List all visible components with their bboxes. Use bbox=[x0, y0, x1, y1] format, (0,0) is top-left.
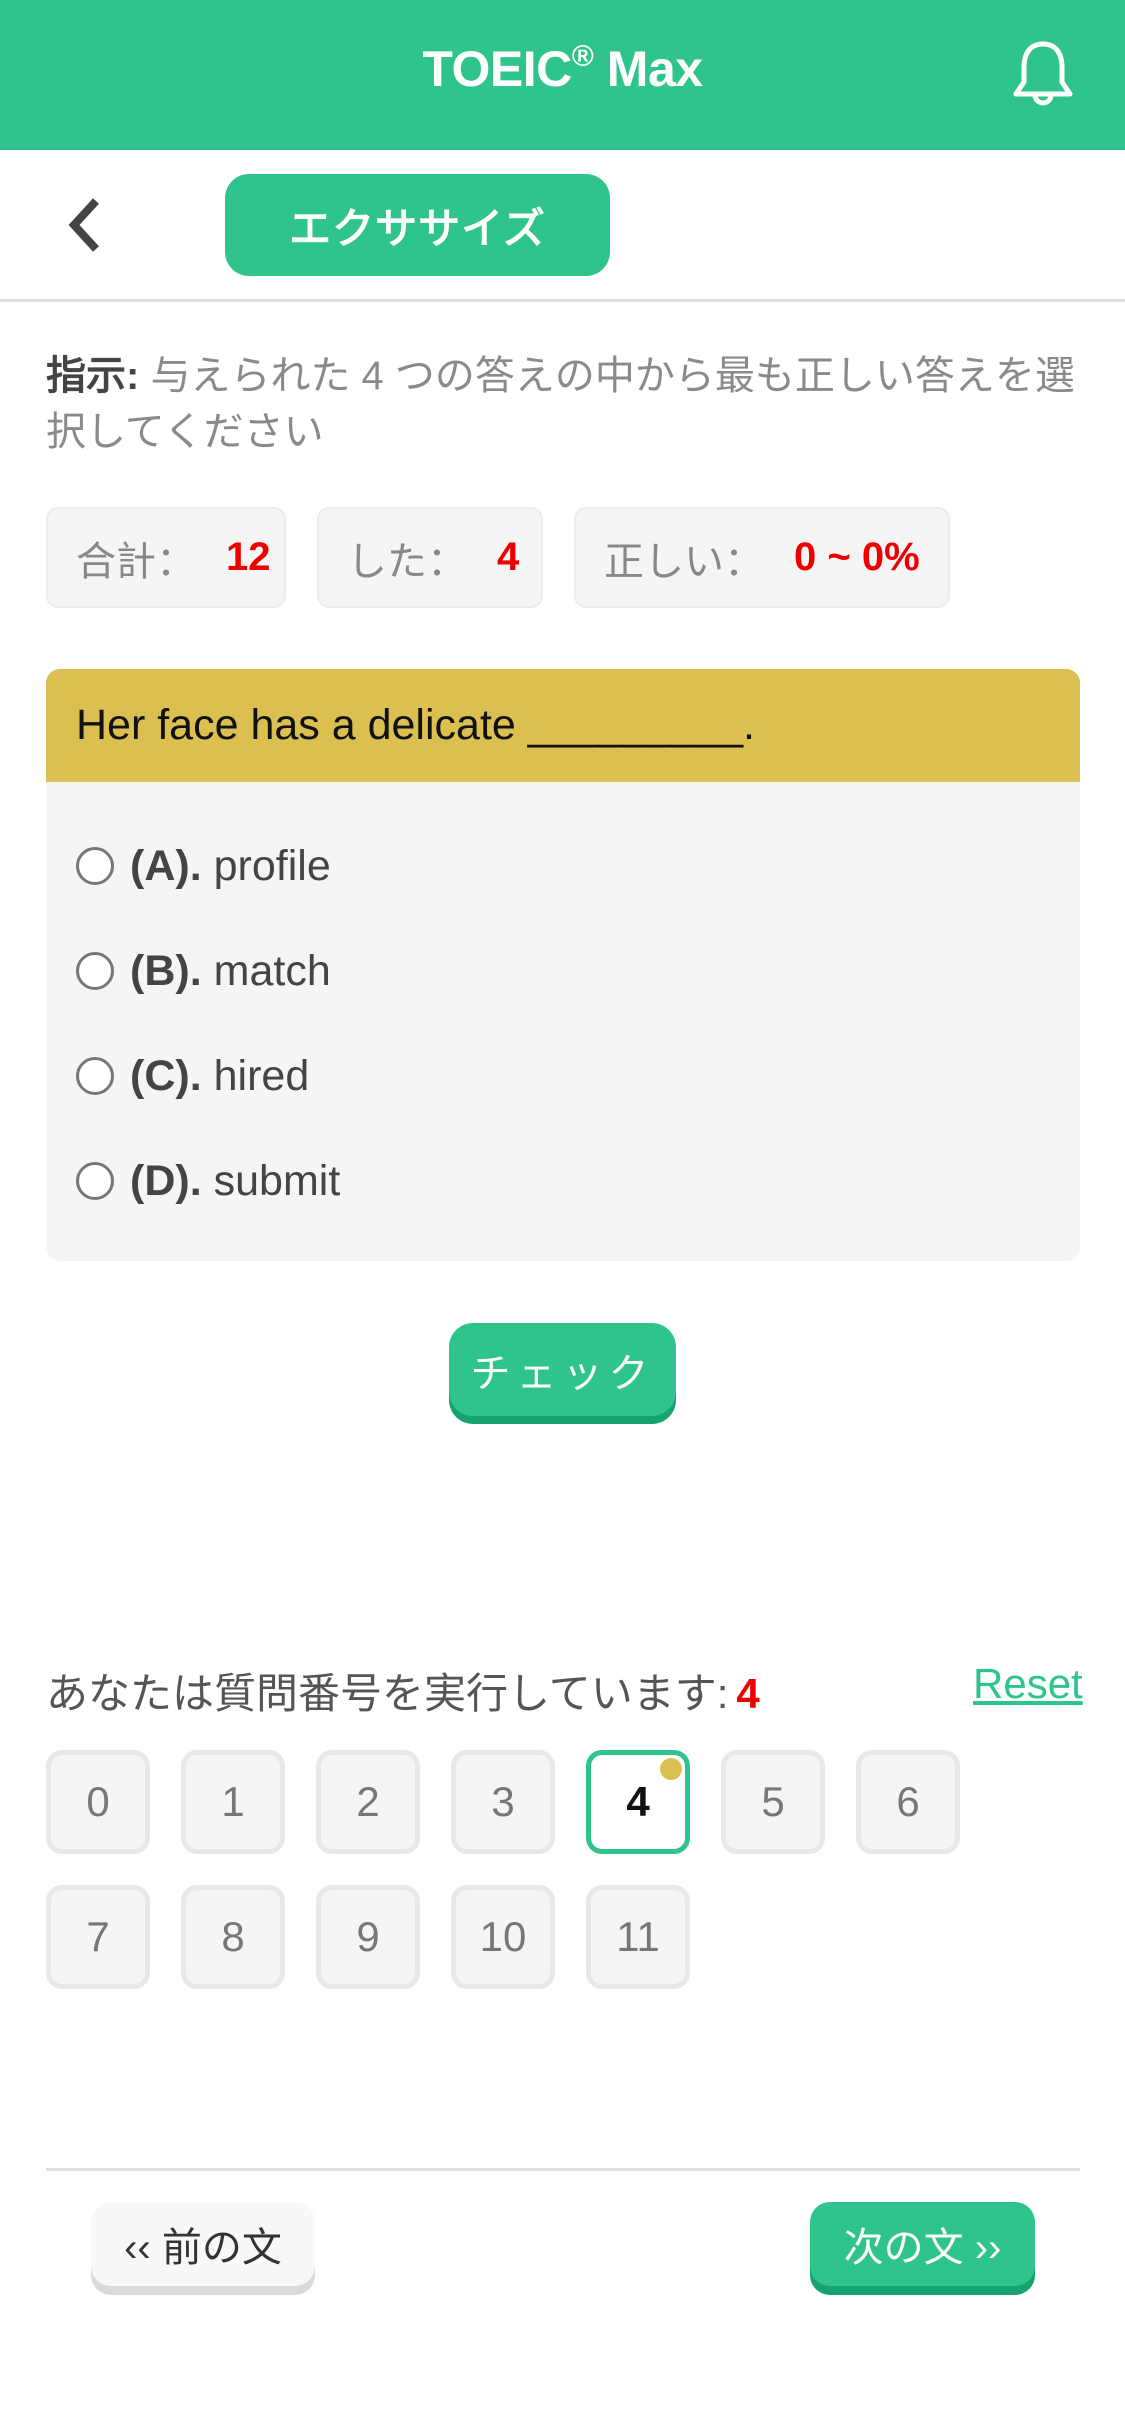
option-b[interactable]: (B). match bbox=[76, 941, 331, 1001]
question-number-label: 0 bbox=[86, 1778, 110, 1825]
sub-header: エクササイズ bbox=[0, 150, 1125, 302]
option-d[interactable]: (D). submit bbox=[76, 1151, 340, 1211]
option-c[interactable]: (C). hired bbox=[76, 1046, 309, 1106]
check-button[interactable]: チェック bbox=[449, 1323, 676, 1416]
radio-button[interactable] bbox=[76, 1057, 114, 1095]
app-header: TOEIC® Max bbox=[0, 0, 1125, 150]
chevron-left-icon bbox=[68, 198, 99, 252]
question-number-button[interactable]: 3 bbox=[451, 1750, 555, 1854]
question-number-label: 10 bbox=[479, 1913, 527, 1960]
question-number-button[interactable]: 4 bbox=[586, 1750, 690, 1854]
question-number-label: 7 bbox=[86, 1913, 110, 1960]
radio-button[interactable] bbox=[76, 847, 114, 885]
stat-total: 合計： 12 bbox=[46, 507, 286, 608]
previous-sentence-button[interactable]: ‹‹ 前の文 bbox=[91, 2202, 315, 2286]
app-title: TOEIC® Max bbox=[422, 40, 703, 97]
question-number-label: 8 bbox=[221, 1913, 245, 1960]
instruction: 指示: 与えられた 4 つの答えの中から最も正しい答えを選択してください bbox=[46, 354, 1075, 454]
question-number-button[interactable]: 8 bbox=[181, 1885, 285, 1989]
question-number-button[interactable]: 10 bbox=[451, 1885, 555, 1989]
question-number-button[interactable]: 6 bbox=[856, 1750, 960, 1854]
question-number-label: 4 bbox=[626, 1778, 650, 1825]
radio-button[interactable] bbox=[76, 1162, 114, 1200]
option-a[interactable]: (A). profile bbox=[76, 836, 331, 896]
back-button[interactable] bbox=[62, 195, 112, 255]
radio-button[interactable] bbox=[76, 952, 114, 990]
question-number-label: 2 bbox=[356, 1778, 380, 1825]
question-number-button[interactable]: 2 bbox=[316, 1750, 420, 1854]
question-number-label: 3 bbox=[491, 1778, 515, 1825]
exercise-tag-button[interactable]: エクササイズ bbox=[225, 174, 610, 276]
divider bbox=[46, 2168, 1080, 2171]
question-card: Her face has a delicate _________. (A). … bbox=[46, 669, 1080, 1261]
question-number-button[interactable]: 0 bbox=[46, 1750, 150, 1854]
question-number-label: 9 bbox=[356, 1913, 380, 1960]
bell-icon[interactable] bbox=[1008, 38, 1078, 110]
question-number-label: 5 bbox=[761, 1778, 785, 1825]
question-text: Her face has a delicate _________. bbox=[46, 669, 1080, 782]
question-number-button[interactable]: 5 bbox=[721, 1750, 825, 1854]
question-number-label: 1 bbox=[221, 1778, 245, 1825]
stat-done: した： 4 bbox=[317, 507, 543, 608]
question-number-button[interactable]: 11 bbox=[586, 1885, 690, 1989]
reset-link[interactable]: Reset bbox=[973, 1660, 1083, 1708]
stat-correct: 正しい： 0 ~ 0% bbox=[574, 507, 950, 608]
question-number-button[interactable]: 1 bbox=[181, 1750, 285, 1854]
question-number-button[interactable]: 7 bbox=[46, 1885, 150, 1989]
question-number-label: 11 bbox=[616, 1913, 660, 1960]
next-sentence-button[interactable]: 次の文 ›› bbox=[810, 2202, 1035, 2286]
question-number-button[interactable]: 9 bbox=[316, 1885, 420, 1989]
current-indicator-dot bbox=[660, 1758, 682, 1780]
progress-label: あなたは質問番号を実行しています: 4 bbox=[46, 1670, 760, 1717]
question-number-label: 6 bbox=[896, 1778, 920, 1825]
current-question-number: 4 bbox=[736, 1670, 760, 1717]
